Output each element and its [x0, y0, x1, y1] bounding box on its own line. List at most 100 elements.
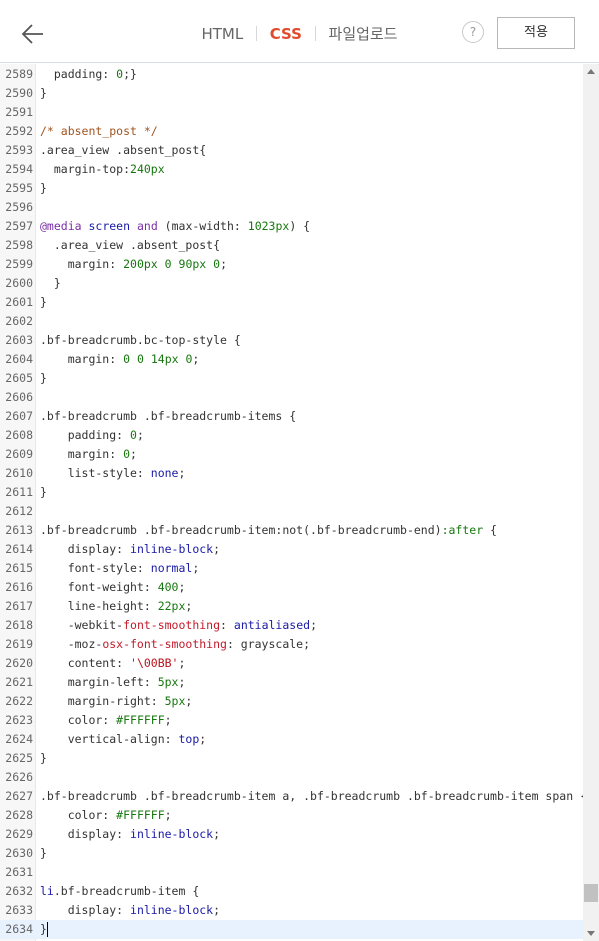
line-number: 2624	[5, 732, 33, 746]
code-line[interactable]: 2613 .bf-breadcrumb .bf-breadcrumb-item:n…	[0, 521, 583, 540]
code-token: color:	[40, 808, 117, 822]
code-token: ;	[178, 675, 186, 689]
code-token: margin:	[40, 257, 124, 271]
code-line[interactable]: 2630}	[0, 844, 583, 863]
code-token: ;	[185, 694, 193, 708]
code-line[interactable]: 2601}	[0, 293, 583, 312]
code-line[interactable]: 2598 .area_view .absent_post{	[0, 236, 583, 255]
code-token: display:	[40, 903, 131, 917]
code-line[interactable]: 2605}	[0, 369, 583, 388]
vertical-scrollbar[interactable]	[583, 64, 599, 941]
tab-file-upload[interactable]: 파일업로드	[329, 23, 398, 44]
code-token: content:	[40, 656, 131, 670]
code-line[interactable]: 2602	[0, 312, 583, 331]
code-text: margin-right: 5px;	[40, 692, 193, 711]
code-line[interactable]: 2593 .area_view .absent_post{	[0, 141, 583, 160]
code-token: 5px	[164, 694, 186, 708]
scrollbar-thumb[interactable]	[584, 884, 598, 903]
code-line[interactable]: 2610 list-style: none;	[0, 464, 583, 483]
code-token: .area_view .absent_post{	[40, 238, 221, 252]
tab-html[interactable]: HTML	[201, 25, 243, 43]
code-line[interactable]: 2621 margin-left: 5px;	[0, 673, 583, 692]
code-token: }	[40, 295, 47, 309]
code-line[interactable]: 2615 font-style: normal;	[0, 559, 583, 578]
code-token: ;	[213, 827, 221, 841]
code-line[interactable]: 2609 margin: 0;	[0, 445, 583, 464]
code-line[interactable]: 2624 vertical-align: top;	[0, 730, 583, 749]
line-number: 2593	[5, 143, 33, 157]
code-token: margin-top:	[40, 162, 131, 176]
code-token: }	[40, 371, 47, 385]
code-line[interactable]: 2592 /* absent_post */	[0, 122, 583, 141]
code-line[interactable]: 2616 font-weight: 400;	[0, 578, 583, 597]
code-line[interactable]: 2620 content: '\00BB';	[0, 654, 583, 673]
code-line[interactable]: 2607 .bf-breadcrumb .bf-breadcrumb-items …	[0, 407, 583, 426]
code-line[interactable]: 2631	[0, 863, 583, 882]
code-line[interactable]: 2617 line-height: 22px;	[0, 597, 583, 616]
code-text: color: #FFFFFF;	[40, 711, 172, 730]
code-line[interactable]: 2618 -webkit-font-smoothing: antialiased…	[0, 616, 583, 635]
line-number: 2590	[5, 86, 33, 100]
code-line[interactable]: 2594 margin-top:240px	[0, 160, 583, 179]
code-line[interactable]: 2626	[0, 768, 583, 787]
code-token: font-smoothing	[123, 618, 221, 632]
code-line[interactable]: 2623 color: #FFFFFF;	[0, 711, 583, 730]
code-line[interactable]: 2625}	[0, 749, 583, 768]
code-text: }	[40, 179, 47, 198]
code-line[interactable]: 2632 li.bf-breadcrumb-item {	[0, 882, 583, 901]
code-line[interactable]: 2597 @media screen and (max-width: 1023px…	[0, 217, 583, 236]
code-text: .bf-breadcrumb.bc-top-style {	[40, 331, 241, 350]
code-line[interactable]: 2634}	[0, 920, 583, 939]
code-line[interactable]: 2600 }	[0, 274, 583, 293]
code-token: 0	[123, 447, 131, 461]
code-line[interactable]: 2611}	[0, 483, 583, 502]
code-line[interactable]: 2619 -moz-osx-font-smoothing: grayscale;	[0, 635, 583, 654]
code-token: line-height:	[40, 599, 158, 613]
code-token: ;	[178, 580, 186, 594]
code-line[interactable]: 2608 padding: 0;	[0, 426, 583, 445]
line-number: 2615	[5, 561, 33, 575]
code-line[interactable]: 2606	[0, 388, 583, 407]
tab-divider	[314, 26, 316, 41]
code-text: -moz-osx-font-smoothing: grayscale;	[40, 635, 310, 654]
tab-divider	[255, 26, 257, 41]
code-token: 5px	[157, 675, 179, 689]
code-line[interactable]: 2633 display: inline-block;	[0, 901, 583, 920]
tab-css[interactable]: CSS	[270, 25, 302, 43]
code-line[interactable]: 2595}	[0, 179, 583, 198]
code-line[interactable]: 2614 display: inline-block;	[0, 540, 583, 559]
code-token: ;	[192, 352, 200, 366]
line-number: 2596	[5, 200, 33, 214]
line-number: 2589	[5, 67, 33, 81]
scroll-up-icon[interactable]	[587, 69, 595, 74]
code-token: 0	[136, 352, 144, 366]
code-line[interactable]: 2599 margin: 200px 0 90px 0;	[0, 255, 583, 274]
code-token: }	[40, 276, 61, 290]
code-line[interactable]: 2604 margin: 0 0 14px 0;	[0, 350, 583, 369]
code-line[interactable]: 2629 display: inline-block;	[0, 825, 583, 844]
scroll-down-icon[interactable]	[587, 931, 595, 936]
apply-button[interactable]: 적용	[497, 17, 575, 49]
question-mark-icon: ?	[469, 25, 477, 39]
code-line[interactable]: 2612	[0, 502, 583, 521]
code-text: margin-top:240px	[40, 160, 165, 179]
code-text: /* absent_post */	[40, 122, 158, 141]
code-line[interactable]: 2590}	[0, 84, 583, 103]
line-number: 2631	[5, 865, 33, 879]
code-line[interactable]: 2628 color: #FFFFFF;	[0, 806, 583, 825]
code-token: and	[136, 219, 158, 233]
code-line[interactable]: 2596	[0, 198, 583, 217]
code-text: }	[40, 920, 48, 939]
code-token: vertical-align:	[40, 732, 179, 746]
code-editor[interactable]: 2589 padding: 0;} 2590} 2591 2592/* absent_…	[0, 64, 599, 941]
code-line[interactable]: 2603 .bf-breadcrumb.bc-top-style {	[0, 331, 583, 350]
code-line[interactable]: 2591	[0, 103, 583, 122]
code-token: 14px	[150, 352, 179, 366]
code-line[interactable]: 2622 margin-right: 5px;	[0, 692, 583, 711]
help-button[interactable]: ?	[462, 21, 484, 43]
line-number: 2622	[5, 694, 33, 708]
code-line[interactable]: 2627 .bf-breadcrumb .bf-breadcrumb-item a…	[0, 787, 587, 806]
code-line[interactable]: 2589 padding: 0;}	[0, 65, 583, 84]
code-text: .bf-breadcrumb .bf-breadcrumb-item:not(.…	[40, 521, 497, 540]
